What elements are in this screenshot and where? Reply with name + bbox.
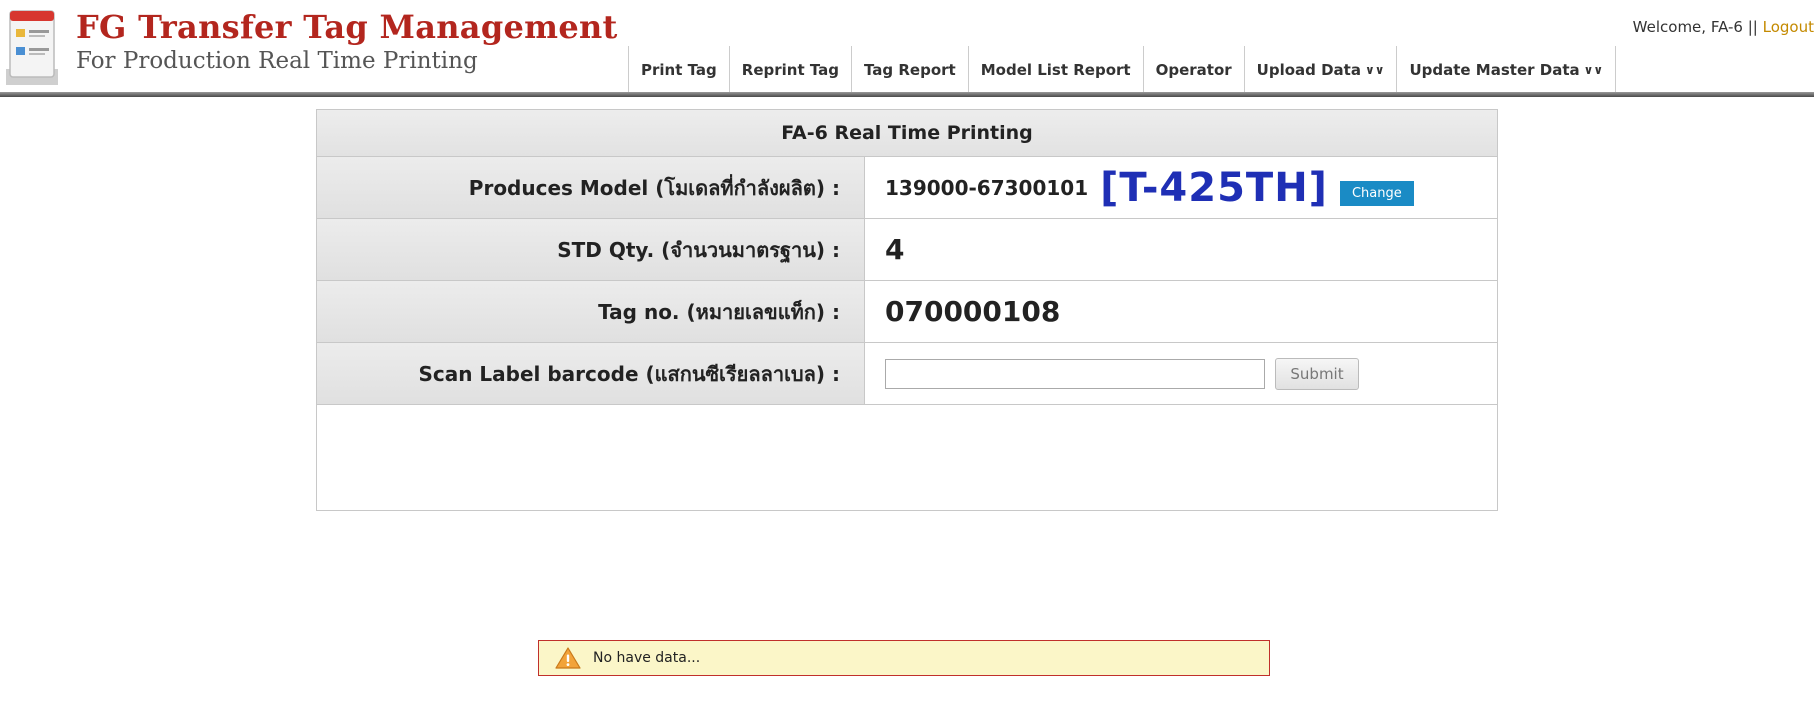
nav-item-label: Upload Data: [1256, 61, 1361, 79]
nav-item-label: Update Master Data: [1409, 61, 1580, 79]
model-name: [T-425TH]: [1100, 164, 1328, 211]
std-qty-cell: 4: [865, 219, 1497, 280]
nav-item-label: Model List Report: [980, 61, 1131, 79]
nav-tag-report[interactable]: Tag Report: [851, 46, 968, 94]
app-header: FG Transfer Tag Management For Productio…: [0, 0, 1814, 97]
logout-link[interactable]: Logout: [1763, 18, 1814, 36]
scan-barcode-input[interactable]: [885, 358, 1265, 389]
tag-no-value: 070000108: [885, 295, 1061, 328]
separator: ||: [1747, 18, 1758, 36]
app-subtitle: For Production Real Time Printing: [76, 48, 478, 74]
model-code: 139000-67300101: [885, 175, 1089, 200]
produces-model-value: 139000-67300101 [T-425TH] Change: [865, 157, 1497, 218]
tag-no-label: Tag no. (หมายเลขแท็ก) :: [317, 281, 865, 342]
document-list-icon: [6, 10, 58, 85]
std-qty-value: 4: [885, 233, 905, 266]
produces-model-row: Produces Model (โมเดลที่กำลังผลิต) : 139…: [317, 157, 1497, 219]
printing-panel: FA-6 Real Time Printing Produces Model (…: [316, 109, 1498, 511]
nav-operator[interactable]: Operator: [1142, 46, 1244, 94]
change-model-button[interactable]: Change: [1339, 181, 1414, 206]
chevron-down-icon: ∨∨: [1583, 63, 1604, 77]
welcome-area: Welcome, FA-6 || Logout: [1633, 18, 1814, 36]
nav-reprint-tag[interactable]: Reprint Tag: [728, 46, 851, 94]
nav-item-label: Reprint Tag: [741, 61, 839, 79]
scan-barcode-cell: Submit: [865, 343, 1497, 404]
warning-icon: [555, 647, 581, 669]
alert-message: No have data...: [593, 650, 701, 666]
nav-item-label: Operator: [1155, 61, 1232, 79]
tag-no-row: Tag no. (หมายเลขแท็ก) : 070000108: [317, 281, 1497, 343]
nav-item-label: Tag Report: [864, 61, 956, 79]
app-title: FG Transfer Tag Management: [76, 8, 618, 46]
nav-model-list-report[interactable]: Model List Report: [967, 46, 1143, 94]
submit-button[interactable]: Submit: [1275, 357, 1359, 390]
scan-barcode-label: Scan Label barcode (แสกนซีเรียลลาเบล) :: [317, 343, 865, 404]
panel-title: FA-6 Real Time Printing: [317, 110, 1497, 157]
chevron-down-icon: ∨∨: [1364, 63, 1385, 77]
scan-barcode-row: Scan Label barcode (แสกนซีเรียลลาเบล) : …: [317, 343, 1497, 405]
nav-print-tag[interactable]: Print Tag: [628, 46, 729, 94]
nav-upload-data[interactable]: Upload Data ∨∨: [1243, 46, 1397, 94]
no-data-alert: No have data...: [538, 640, 1270, 676]
main-nav: Print Tag Reprint Tag Tag Report Model L…: [628, 46, 1617, 94]
produces-model-label: Produces Model (โมเดลที่กำลังผลิต) :: [317, 157, 865, 218]
welcome-text: Welcome, FA-6: [1632, 18, 1743, 36]
std-qty-label: STD Qty. (จำนวนมาตรฐาน) :: [317, 219, 865, 280]
tag-no-cell: 070000108: [865, 281, 1497, 342]
nav-update-master-data[interactable]: Update Master Data ∨∨: [1396, 46, 1617, 94]
header-divider: [0, 92, 1814, 97]
nav-item-label: Print Tag: [641, 61, 717, 79]
std-qty-row: STD Qty. (จำนวนมาตรฐาน) : 4: [317, 219, 1497, 281]
